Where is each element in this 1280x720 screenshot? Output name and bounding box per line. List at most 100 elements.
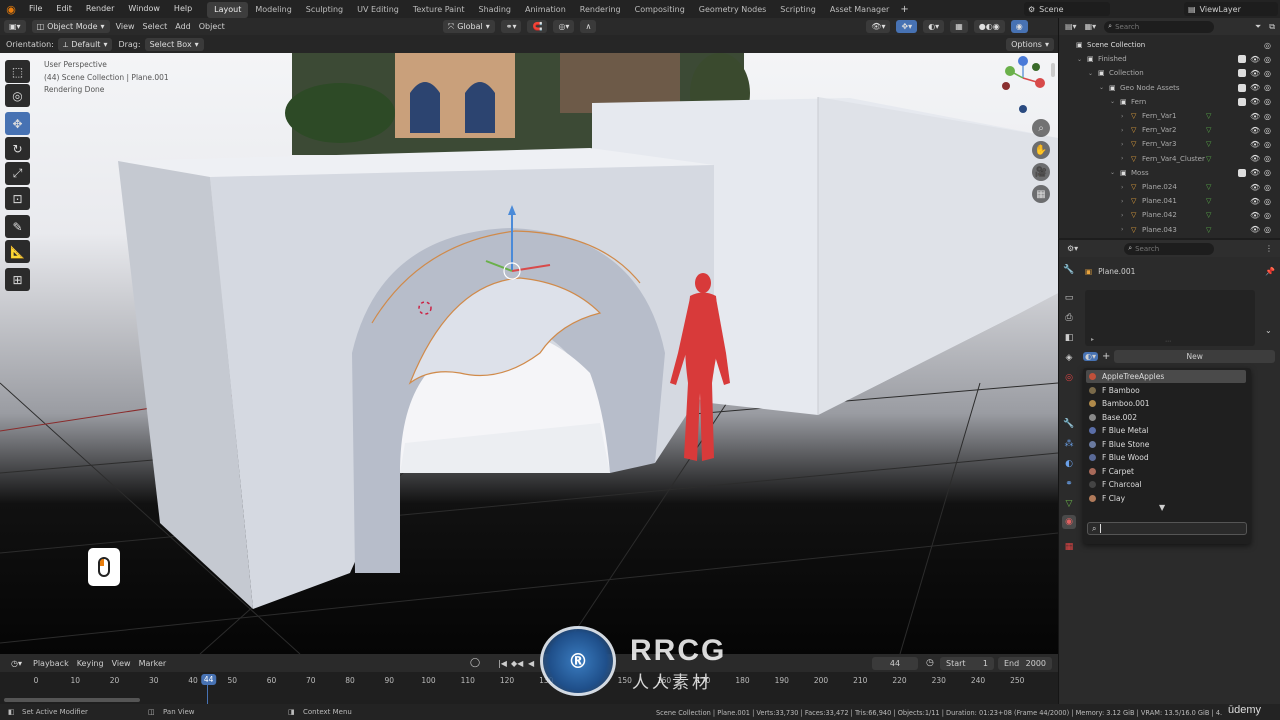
menu-window[interactable]: Window — [121, 0, 167, 18]
eye-icon[interactable]: 👁 — [1250, 154, 1260, 163]
chevron-down-icon[interactable]: ⌄ — [1265, 326, 1272, 335]
workspace-tab-layout[interactable]: Layout — [207, 1, 249, 18]
camera-icon[interactable]: ◎ — [1264, 55, 1271, 64]
eye-icon[interactable]: 👁 — [1250, 97, 1260, 106]
material-item[interactable]: F Carpet — [1086, 465, 1246, 478]
exclude-checkbox[interactable] — [1238, 55, 1246, 64]
slot-list-resize-icon[interactable]: ▸ — [1091, 336, 1094, 343]
material-item[interactable]: F Blue Metal — [1086, 424, 1246, 437]
new-collection-icon[interactable]: ⧉ — [1269, 22, 1275, 32]
transform-tool[interactable]: ⊡ — [5, 187, 30, 210]
shading-rendered-button[interactable]: ◉ — [1010, 20, 1028, 33]
viewport-menu-add[interactable]: Add — [175, 22, 191, 31]
pin-icon[interactable]: ⋮ — [1265, 244, 1273, 253]
falloff-button[interactable]: ∧ — [580, 20, 597, 33]
perspective-grid-icon[interactable]: ▦ — [1032, 185, 1050, 203]
exclude-checkbox[interactable] — [1238, 83, 1246, 92]
render-tab-icon[interactable]: ▭ — [1062, 291, 1076, 305]
outliner-row[interactable]: › ▽ Fern_Var2 ▽ 👁 ◎ — [1062, 123, 1274, 137]
zoom-icon[interactable]: ⌕ — [1032, 119, 1050, 137]
material-tab-icon[interactable]: ◉ — [1062, 515, 1076, 529]
scale-tool[interactable]: ⤢ — [5, 162, 30, 185]
menu-file[interactable]: File — [22, 0, 49, 18]
camera-icon[interactable]: ◎ — [1264, 112, 1271, 121]
outliner-row[interactable]: ⌄ ▣ Geo Node Assets 👁 ◎ — [1062, 81, 1274, 95]
eye-icon[interactable]: 👁 — [1250, 225, 1260, 234]
record-button[interactable]: ◯ — [470, 658, 480, 668]
outliner-row[interactable]: › ▽ Plane.043 ▽ 👁 ◎ — [1062, 223, 1274, 237]
exclude-checkbox[interactable] — [1238, 69, 1246, 78]
rotate-tool[interactable]: ↻ — [5, 137, 30, 160]
menu-help[interactable]: Help — [167, 0, 199, 18]
workspace-tab-scripting[interactable]: Scripting — [773, 2, 823, 18]
workspace-tab-sculpting[interactable]: Sculpting — [299, 2, 350, 18]
eye-icon[interactable]: 👁 — [1250, 211, 1260, 220]
eye-icon[interactable]: 👁 — [1250, 197, 1260, 206]
eye-icon[interactable]: 👁 — [1250, 112, 1260, 121]
end-frame-field[interactable]: End 2000 — [998, 656, 1052, 670]
workspace-tab-texture-paint[interactable]: Texture Paint — [406, 2, 472, 18]
preview-range-icon[interactable]: ◷ — [926, 658, 934, 668]
workspace-tab-modeling[interactable]: Modeling — [248, 2, 298, 18]
expand-arrow-icon[interactable]: › — [1121, 212, 1123, 219]
exclude-checkbox[interactable] — [1238, 168, 1246, 177]
scene-selector[interactable]: ⚙ Scene — [1024, 2, 1110, 16]
workspace-tab-shading[interactable]: Shading — [471, 2, 518, 18]
mode-selector[interactable]: ◫ Object Mode ▾ — [31, 20, 110, 33]
modifier-tab-icon[interactable]: 🔧 — [1062, 417, 1076, 431]
outliner-row[interactable]: › ▽ Plane.042 ▽ 👁 ◎ — [1062, 208, 1274, 222]
particles-tab-icon[interactable]: ⁂ — [1062, 437, 1076, 451]
cursor-tool[interactable]: ◎ — [5, 84, 30, 107]
editor-type-icon[interactable]: ▤▾ — [1065, 22, 1077, 31]
snap-button[interactable]: 🧲 — [527, 20, 548, 33]
expand-arrow-icon[interactable]: ⌄ — [1077, 56, 1082, 63]
material-item[interactable]: F Clay — [1086, 492, 1246, 505]
camera-icon[interactable]: ◎ — [1264, 154, 1271, 163]
outliner-row[interactable]: ⌄ ▣ Collection 👁 ◎ — [1062, 66, 1274, 80]
camera-icon[interactable]: ◎ — [1264, 197, 1271, 206]
workspace-tab-uv-editing[interactable]: UV Editing — [350, 2, 406, 18]
scene-tab-icon[interactable]: ◈ — [1062, 351, 1076, 365]
eye-icon[interactable]: 👁 — [1250, 83, 1260, 92]
move-tool[interactable]: ✥ — [5, 112, 30, 135]
outliner-row[interactable]: › ▽ Fern_Var4_Cluster ▽ 👁 ◎ — [1062, 152, 1274, 166]
camera-view-icon[interactable]: 🎥 — [1032, 163, 1050, 181]
outliner-row[interactable]: › ▽ Plane.024 ▽ 👁 ◎ — [1062, 180, 1274, 194]
display-mode-icon[interactable]: ▦▾ — [1085, 22, 1097, 31]
outliner-row[interactable]: › ▽ Plane.041 ▽ 👁 ◎ — [1062, 194, 1274, 208]
material-browse-icon[interactable]: ◐▾ — [1083, 352, 1098, 361]
eye-icon[interactable]: 👁 — [1250, 126, 1260, 135]
outliner-row[interactable]: ⌄ ▣ Finished 👁 ◎ — [1062, 52, 1274, 66]
viewport-menu-view[interactable]: View — [116, 22, 135, 31]
blender-logo-icon[interactable]: ◉ — [0, 3, 22, 16]
menu-render[interactable]: Render — [79, 0, 121, 18]
pivot-button[interactable]: ⚭▾ — [500, 20, 522, 33]
camera-icon[interactable]: ◎ — [1264, 168, 1271, 177]
add-icon[interactable]: + — [1102, 351, 1110, 362]
eye-icon[interactable]: 👁 — [1250, 140, 1260, 149]
workspace-tab-compositing[interactable]: Compositing — [628, 2, 692, 18]
outliner-row[interactable]: › ▽ Fern_Var1 ▽ 👁 ◎ — [1062, 109, 1274, 123]
pan-hand-icon[interactable]: ✋ — [1032, 141, 1050, 159]
expand-arrow-icon[interactable]: ⌄ — [1110, 169, 1115, 176]
texture-tab-icon[interactable]: ▦ — [1062, 540, 1076, 554]
new-material-button[interactable]: New — [1114, 350, 1275, 363]
options-dropdown[interactable]: Options ▾ — [1006, 37, 1054, 51]
select-box-tool[interactable]: ⬚ — [5, 60, 30, 83]
proportional-edit-button[interactable]: ◎▾ — [553, 20, 575, 33]
camera-icon[interactable]: ◎ — [1264, 211, 1271, 220]
gizmo-toggle-button[interactable]: ✥▾ — [896, 20, 918, 33]
data-tab-icon[interactable]: ▽ — [1062, 497, 1076, 511]
orientation-dropdown[interactable]: ⟂ Default ▾ — [57, 37, 113, 51]
workspace-tab-asset-manager[interactable]: Asset Manager — [823, 2, 896, 18]
timeline-editor-button[interactable]: ◷▾ — [6, 657, 27, 670]
material-item[interactable]: F Bamboo — [1086, 384, 1246, 397]
expand-arrow-icon[interactable]: › — [1121, 141, 1123, 148]
properties-editor-icon[interactable]: ⚙▾ — [1067, 244, 1078, 253]
viewport-scrollbar[interactable] — [1051, 63, 1055, 77]
expand-arrow-icon[interactable]: ⌄ — [1110, 98, 1115, 105]
constraints-tab-icon[interactable]: ⚭ — [1062, 477, 1076, 491]
camera-icon[interactable]: ◎ — [1264, 183, 1271, 192]
viewport-menu-object[interactable]: Object — [199, 22, 225, 31]
outliner-search[interactable]: ⌕ Search — [1104, 20, 1215, 33]
